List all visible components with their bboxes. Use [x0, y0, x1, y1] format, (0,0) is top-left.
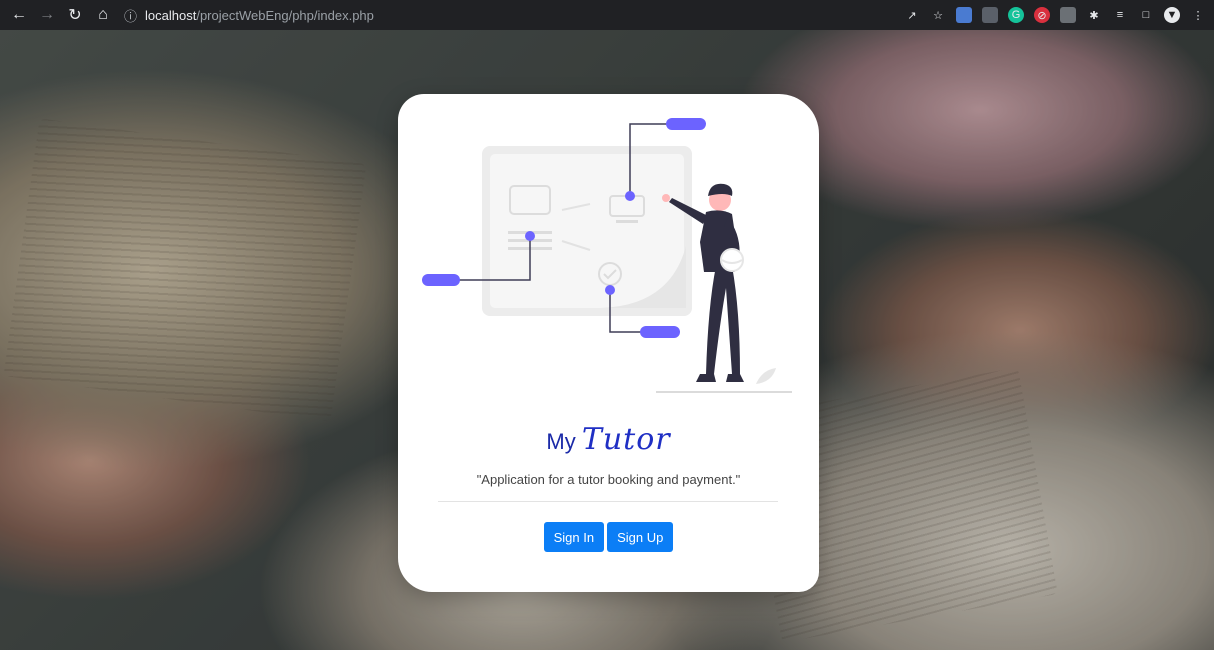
sign-in-button[interactable]: Sign In	[543, 522, 605, 552]
profile-icon[interactable]: ▼	[1164, 7, 1180, 23]
camera-icon[interactable]	[1060, 7, 1076, 23]
landing-card: My Tutor "Application for a tutor bookin…	[398, 94, 819, 592]
extension-icon[interactable]	[982, 7, 998, 23]
back-arrow-icon[interactable]: ←	[8, 4, 30, 26]
teacher-illustration	[422, 118, 792, 393]
grammarly-icon[interactable]: G	[1008, 7, 1024, 23]
auth-buttons: Sign In Sign Up	[398, 522, 819, 552]
home-icon[interactable]: ⌂	[92, 4, 114, 26]
address-bar[interactable]: ⓘ localhost/projectWebEng/php/index.php	[124, 3, 374, 27]
logo-prefix: My	[546, 429, 576, 454]
reload-icon[interactable]: ↻	[64, 4, 86, 26]
side-panel-icon[interactable]: □	[1138, 7, 1154, 23]
info-icon[interactable]: ⓘ	[124, 6, 137, 25]
app-logo: My Tutor	[398, 424, 819, 458]
bookmark-star-icon[interactable]: ☆	[930, 7, 946, 23]
tagline: "Application for a tutor booking and pay…	[476, 472, 741, 487]
share-icon[interactable]: ↗	[904, 7, 920, 23]
browser-toolbar: ← → ↻ ⌂ ⓘ localhost/projectWebEng/php/in…	[0, 0, 1214, 30]
translate-icon[interactable]	[956, 7, 972, 23]
url-path: /projectWebEng/php/index.php	[196, 7, 374, 23]
logo-script: Tutor	[581, 422, 671, 457]
divider	[438, 501, 778, 502]
sign-up-button[interactable]: Sign Up	[607, 522, 674, 552]
block-icon[interactable]: ⊘	[1034, 7, 1050, 23]
puzzle-icon[interactable]: ✱	[1086, 7, 1102, 23]
forward-arrow-icon[interactable]: →	[36, 4, 58, 26]
reading-list-icon[interactable]: ≡	[1112, 7, 1128, 23]
toolbar-extensions: ↗ ☆ G ⊘ ✱ ≡ □ ▼ ⋮	[904, 7, 1206, 23]
menu-icon[interactable]: ⋮	[1190, 7, 1206, 23]
url-host: localhost	[145, 7, 197, 23]
